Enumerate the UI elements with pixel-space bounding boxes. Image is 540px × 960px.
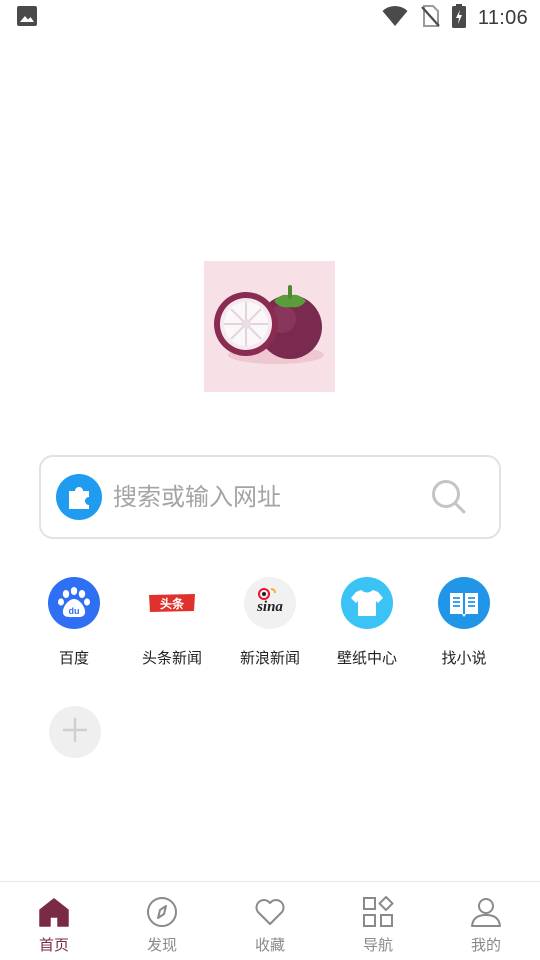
browser-home-screen: 11:06 搜索或输入网址 du 百度 头条 头条新闻 sina 新浪新闻 壁纸… xyxy=(0,0,540,960)
nav-label: 导航 xyxy=(362,936,393,954)
bottom-nav: 首页 发现 收藏 导航 我的 xyxy=(0,881,540,960)
svg-text:du: du xyxy=(69,606,80,616)
shortcut-label: 找小说 xyxy=(441,649,487,667)
user-icon xyxy=(469,895,503,929)
wifi-icon xyxy=(382,5,408,31)
nav-navigation[interactable]: 导航 xyxy=(324,882,432,960)
shortcut-baidu[interactable]: du 百度 xyxy=(24,577,124,669)
shortcut-label: 头条新闻 xyxy=(141,649,202,667)
search-box[interactable] xyxy=(39,455,501,539)
nav-favorites[interactable]: 收藏 xyxy=(216,882,324,960)
shortcut-label: 新浪新闻 xyxy=(239,649,300,667)
nav-label: 收藏 xyxy=(254,936,285,954)
shortcut-novel[interactable]: 找小说 xyxy=(414,577,514,669)
nav-profile[interactable]: 我的 xyxy=(432,882,540,960)
status-bar: 11:06 xyxy=(0,0,540,36)
shortcut-sina[interactable]: sina 新浪新闻 xyxy=(220,577,320,669)
shortcut-toutiao[interactable]: 头条 头条新闻 xyxy=(122,577,222,669)
nav-discover[interactable]: 发现 xyxy=(108,882,216,960)
puzzle-icon[interactable] xyxy=(55,473,103,521)
status-time: 11:06 xyxy=(477,6,528,29)
shortcut-wallpaper[interactable]: 壁纸中心 xyxy=(317,577,417,669)
toutiao-icon: 头条 xyxy=(146,577,198,629)
sina-icon: sina xyxy=(244,577,296,629)
search-input[interactable] xyxy=(113,483,429,511)
book-icon xyxy=(438,577,490,629)
compass-icon xyxy=(145,895,179,929)
battery-charging-icon xyxy=(451,4,466,32)
shortcut-label: 壁纸中心 xyxy=(336,649,397,667)
tshirt-icon xyxy=(341,577,393,629)
heart-icon xyxy=(253,895,287,929)
no-sim-icon xyxy=(420,4,440,32)
image-icon xyxy=(16,5,38,31)
nav-label: 首页 xyxy=(38,936,69,954)
grid-icon xyxy=(361,895,395,929)
mangosteen-logo xyxy=(204,261,335,392)
shortcut-label: 百度 xyxy=(58,649,89,667)
add-shortcut-button[interactable] xyxy=(49,706,101,758)
svg-text:sina: sina xyxy=(256,599,283,615)
nav-label: 发现 xyxy=(146,936,177,954)
search-icon[interactable] xyxy=(429,477,469,517)
home-icon xyxy=(37,895,71,929)
plus-icon xyxy=(61,716,89,748)
baidu-icon: du xyxy=(48,577,100,629)
nav-label: 我的 xyxy=(470,936,501,954)
svg-text:头条: 头条 xyxy=(160,596,185,611)
nav-home[interactable]: 首页 xyxy=(0,882,108,960)
